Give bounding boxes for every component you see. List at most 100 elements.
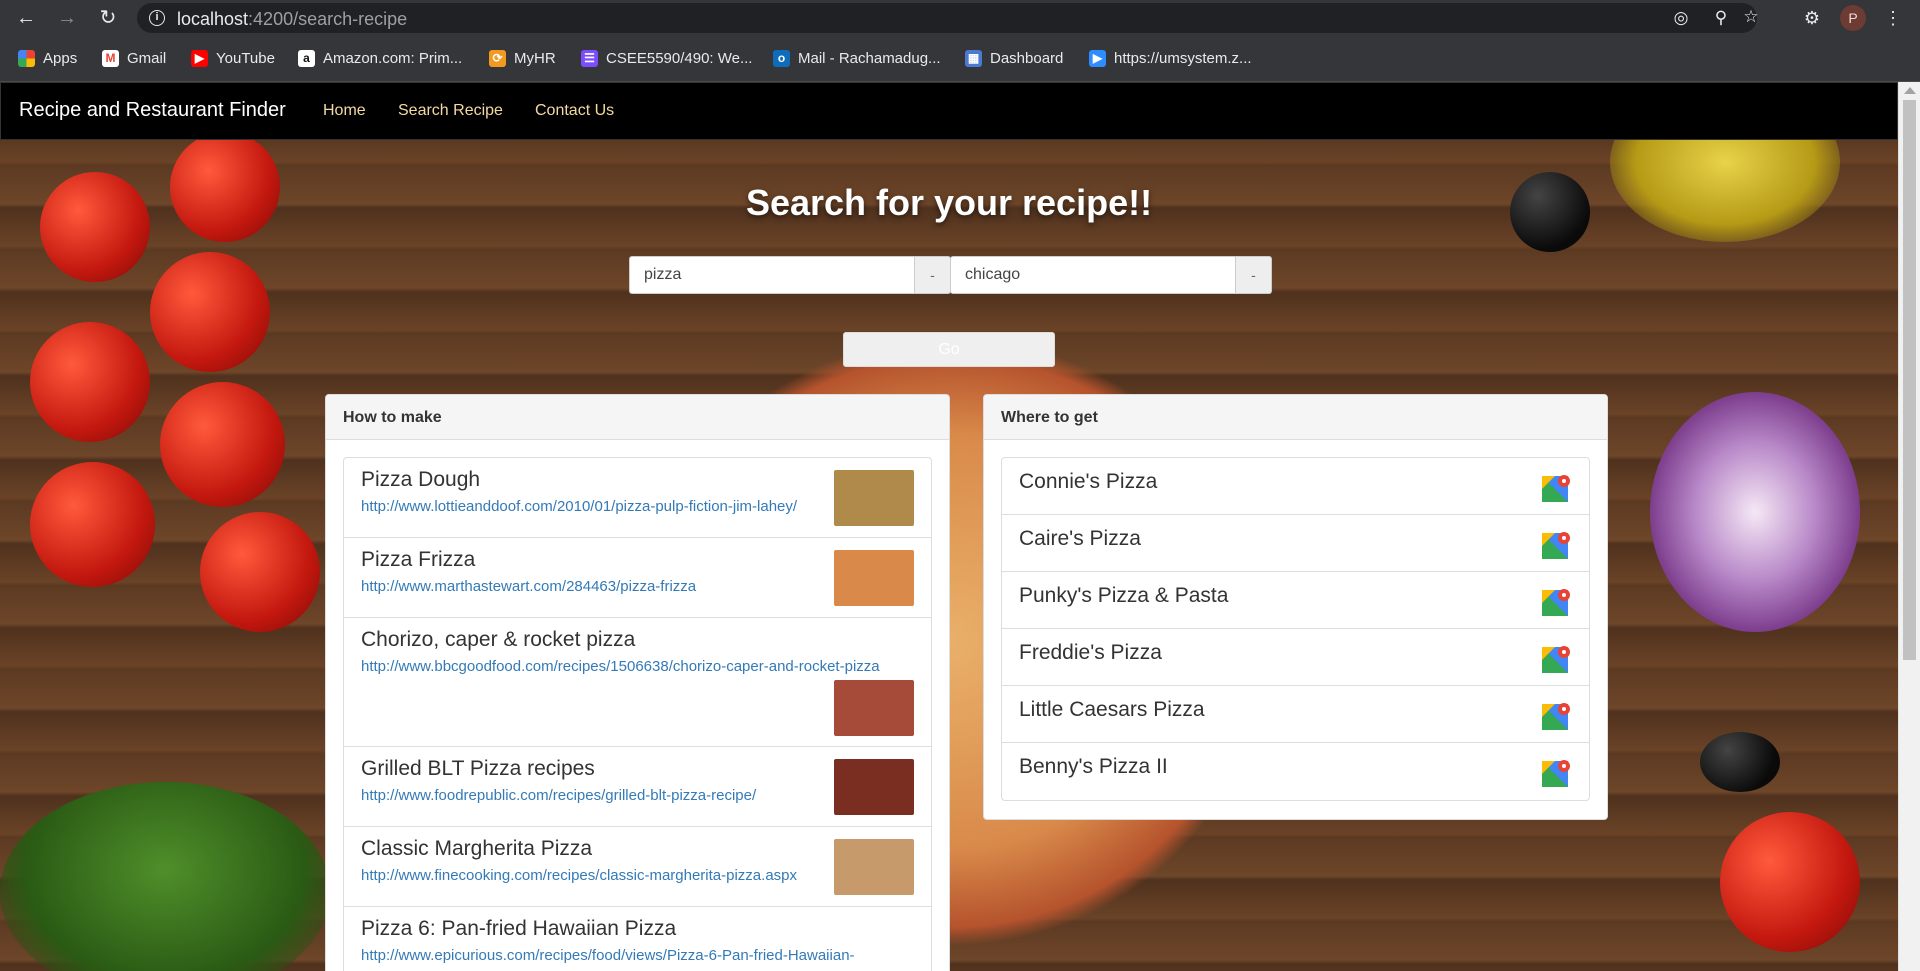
panel-heading: How to make <box>326 395 949 440</box>
recipe-thumbnail <box>834 550 914 606</box>
google-maps-icon[interactable] <box>1541 758 1571 788</box>
apps-grid-icon <box>18 49 35 67</box>
restaurant-item[interactable]: Caire's Pizza <box>1002 515 1589 572</box>
bookmark-gmail[interactable]: M Gmail <box>102 47 166 69</box>
hero-title: Search for your recipe!! <box>745 182 1153 223</box>
recipe-title: Grilled BLT Pizza recipes <box>361 757 595 780</box>
amazon-icon: a <box>298 49 315 67</box>
url-host: localhost <box>177 9 249 29</box>
bookmark-label: MyHR <box>514 49 556 67</box>
bookmark-csee[interactable]: ☰ CSEE5590/490: We... <box>581 47 752 69</box>
recipe-thumbnail <box>834 759 914 815</box>
recipe-item[interactable]: Chorizo, caper & rocket pizza http://www… <box>344 618 931 747</box>
recipe-title: Pizza Frizza <box>361 548 476 571</box>
recipe-clear-addon[interactable]: - <box>915 256 951 294</box>
url-text[interactable]: localhost:4200/search-recipe <box>177 9 407 30</box>
dashboard-icon: ▦ <box>965 49 982 67</box>
bookmark-label: Dashboard <box>990 49 1064 67</box>
forward-arrow-icon[interactable]: → <box>54 5 80 31</box>
how-to-make-panel: How to make Pizza Dough http://www.lotti… <box>325 394 950 971</box>
outlook-icon: o <box>773 49 790 67</box>
restaurant-item[interactable]: Punky's Pizza & Pasta <box>1002 572 1589 629</box>
bookmark-dashboard[interactable]: ▦ Dashboard <box>965 47 1063 69</box>
onion-decoration <box>1650 392 1860 632</box>
restaurant-item[interactable]: Freddie's Pizza <box>1002 629 1589 686</box>
bookmark-youtube[interactable]: ▶ YouTube <box>191 47 275 69</box>
go-button[interactable]: Go <box>843 332 1055 367</box>
nav-link-search-recipe[interactable]: Search Recipe <box>398 102 503 120</box>
reload-icon[interactable]: ↻ <box>95 5 121 31</box>
myhr-icon: ⟳ <box>489 49 506 67</box>
recipe-link[interactable]: http://www.lottieanddoof.com/2010/01/piz… <box>361 498 914 515</box>
bookmark-apps[interactable]: Apps <box>18 47 77 69</box>
gmail-icon: M <box>102 49 119 67</box>
page-viewport: Recipe and Restaurant Finder Home Search… <box>0 82 1898 971</box>
bookmark-label: Apps <box>43 49 78 67</box>
recipe-title: Classic Margherita Pizza <box>361 837 593 860</box>
restaurant-item[interactable]: Connie's Pizza <box>1002 458 1589 515</box>
restaurant-name: Little Caesars Pizza <box>1019 698 1205 721</box>
browser-toolbar: ← → ↻ i localhost:4200/search-recipe ◎ ⚲… <box>0 0 1920 36</box>
bookmark-star-icon[interactable]: ☆ <box>1741 7 1761 27</box>
bookmarks-bar: Apps M Gmail ▶ YouTube a Amazon.com: Pri… <box>0 36 1920 82</box>
address-bar[interactable]: i localhost:4200/search-recipe ◎ ⚲ ☆ <box>137 3 1759 33</box>
scrollbar-thumb[interactable] <box>1903 100 1916 660</box>
recipe-link[interactable]: http://www.finecooking.com/recipes/class… <box>361 867 914 884</box>
recipe-link[interactable]: http://www.marthastewart.com/284463/pizz… <box>361 578 914 595</box>
recipe-title: Pizza Dough <box>361 468 481 491</box>
zoom-magnifier-icon[interactable]: ⚲ <box>1711 8 1731 28</box>
google-maps-icon[interactable] <box>1541 587 1571 617</box>
restaurant-item[interactable]: Little Caesars Pizza <box>1002 686 1589 743</box>
profile-avatar[interactable]: P <box>1840 5 1866 31</box>
recipe-thumbnail <box>834 470 914 526</box>
olive-decoration <box>1700 732 1780 792</box>
bookmark-amazon[interactable]: a Amazon.com: Prim... <box>298 47 462 69</box>
restaurant-name: Caire's Pizza <box>1019 527 1141 550</box>
google-maps-icon[interactable] <box>1541 701 1571 731</box>
extensions-puzzle-icon[interactable]: ⚙ <box>1799 5 1825 31</box>
tomato-decoration <box>150 252 270 372</box>
bookmark-mail[interactable]: o Mail - Rachamadug... <box>773 47 941 69</box>
tomato-decoration <box>30 462 155 587</box>
recipe-thumbnail <box>834 680 914 736</box>
url-path: :4200/search-recipe <box>248 9 408 29</box>
bookmark-myhr[interactable]: ⟳ MyHR <box>489 47 556 69</box>
recipe-item[interactable]: Pizza Dough http://www.lottieanddoof.com… <box>344 458 931 538</box>
tomato-decoration <box>1720 812 1860 952</box>
city-search-input[interactable] <box>950 256 1236 294</box>
course-icon: ☰ <box>581 49 598 67</box>
bookmark-label: Gmail <box>127 49 167 67</box>
recipe-search-input[interactable] <box>629 256 915 294</box>
site-brand[interactable]: Recipe and Restaurant Finder <box>19 99 286 122</box>
recipe-item[interactable]: Pizza Frizza http://www.marthastewart.co… <box>344 538 931 618</box>
browser-menu-icon[interactable]: ⋮ <box>1880 5 1906 31</box>
page-scrollbar[interactable] <box>1898 82 1920 971</box>
panel-heading: Where to get <box>984 395 1607 440</box>
restaurant-name: Connie's Pizza <box>1019 470 1158 493</box>
recipe-search-group: - <box>629 256 951 294</box>
city-clear-addon[interactable]: - <box>1236 256 1272 294</box>
restaurant-list: Connie's Pizza Caire's Pizza Punky's Piz… <box>1001 457 1590 801</box>
location-target-icon[interactable]: ◎ <box>1671 8 1691 28</box>
bookmark-umsystem[interactable]: ▶ https://umsystem.z... <box>1089 47 1252 69</box>
scroll-up-arrow-icon[interactable] <box>1904 87 1916 94</box>
restaurant-name: Benny's Pizza II <box>1019 755 1168 778</box>
recipe-item[interactable]: Pizza 6: Pan-fried Hawaiian Pizza http:/… <box>344 907 931 971</box>
site-navbar: Recipe and Restaurant Finder Home Search… <box>0 82 1898 140</box>
herb-decoration <box>0 782 330 971</box>
site-info-icon[interactable]: i <box>149 10 165 26</box>
back-arrow-icon[interactable]: ← <box>13 5 39 31</box>
google-maps-icon[interactable] <box>1541 530 1571 560</box>
recipe-link[interactable]: http://www.epicurious.com/recipes/food/v… <box>361 947 914 964</box>
nav-link-contact-us[interactable]: Contact Us <box>535 102 614 120</box>
restaurant-item[interactable]: Benny's Pizza II <box>1002 743 1589 800</box>
recipe-link[interactable]: http://www.foodrepublic.com/recipes/gril… <box>361 787 914 804</box>
google-maps-icon[interactable] <box>1541 644 1571 674</box>
bookmark-label: CSEE5590/490: We... <box>606 49 753 67</box>
recipe-link[interactable]: http://www.bbcgoodfood.com/recipes/15066… <box>361 658 914 675</box>
recipe-item[interactable]: Classic Margherita Pizza http://www.fine… <box>344 827 931 907</box>
nav-link-home[interactable]: Home <box>323 102 366 120</box>
recipe-item[interactable]: Grilled BLT Pizza recipes http://www.foo… <box>344 747 931 827</box>
google-maps-icon[interactable] <box>1541 473 1571 503</box>
recipe-title: Chorizo, caper & rocket pizza <box>361 628 636 651</box>
